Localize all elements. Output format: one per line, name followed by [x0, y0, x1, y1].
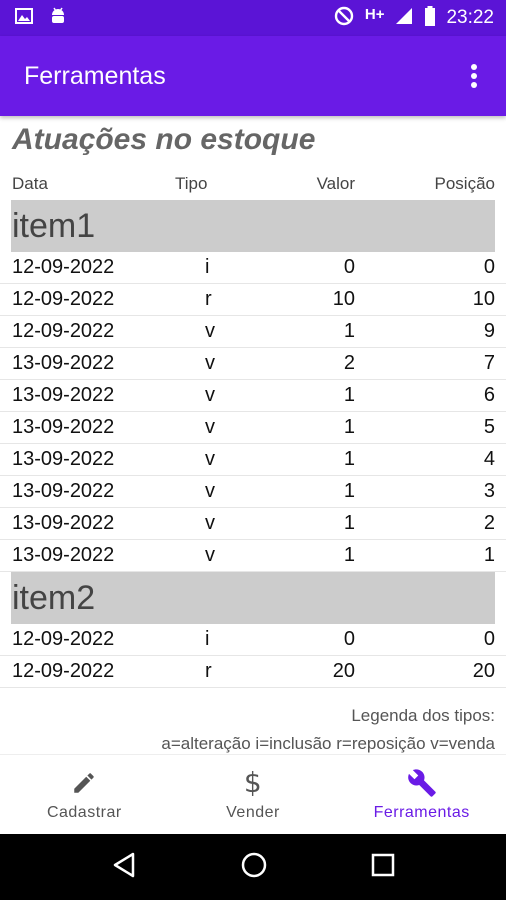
page-title: Atuações no estoque	[12, 123, 316, 156]
column-header-type: Tipo	[175, 174, 208, 193]
table-row: 13-09-2022 v 2 7	[0, 348, 506, 380]
nav-label: Cadastrar	[46, 803, 122, 821]
cell-type: r	[205, 660, 212, 682]
cell-value: 0	[343, 256, 355, 278]
cell-position: 20	[472, 660, 495, 682]
cell-date: 13-09-2022	[12, 544, 115, 566]
cell-type: r	[205, 288, 212, 310]
overflow-menu-button[interactable]	[454, 56, 494, 96]
section-header: item2	[11, 572, 495, 624]
bottom-navigation: Cadastrar $ Vender Ferramentas	[0, 754, 506, 834]
cell-date: 13-09-2022	[12, 416, 115, 438]
cell-date: 13-09-2022	[12, 384, 115, 406]
cell-date: 12-09-2022	[12, 320, 115, 342]
app-title: Ferramentas	[24, 61, 166, 90]
cell-value: 0	[343, 628, 355, 650]
movements-list[interactable]: item1 12-09-2022 i 0 0 12-09-2022 r 10 10 12-0…	[0, 200, 506, 693]
cell-type: v	[205, 480, 215, 502]
legend: Legenda dos tipos: a=alteração i=inclusã…	[0, 702, 506, 754]
cell-date: 13-09-2022	[12, 512, 115, 534]
cell-value: 20	[332, 660, 355, 682]
cell-date: 12-09-2022	[12, 628, 115, 650]
nav-item-cadastrar[interactable]: Cadastrar	[0, 755, 169, 834]
home-icon[interactable]	[240, 851, 268, 884]
table-row: 12-09-2022 i 0 0	[0, 252, 506, 284]
table-row: 13-09-2022 v 1 3	[0, 476, 506, 508]
system-navigation-bar	[0, 834, 506, 900]
legend-text: a=alteração i=inclusão r=reposição v=ven…	[161, 734, 495, 753]
clock: 23:22	[446, 7, 494, 28]
table-row: 13-09-2022 v 1 1	[0, 540, 506, 572]
nav-label: Vender	[226, 803, 280, 821]
cell-type: v	[205, 352, 215, 374]
cell-position: 10	[472, 288, 495, 310]
cell-value: 1	[343, 448, 355, 470]
cell-position: 2	[483, 512, 495, 534]
signal-icon	[394, 6, 414, 31]
cell-position: 1	[483, 544, 495, 566]
cell-value: 1	[343, 480, 355, 502]
cell-type: v	[205, 512, 215, 534]
cell-value: 10	[332, 288, 355, 310]
nav-item-ferramentas[interactable]: Ferramentas	[337, 755, 506, 834]
cell-position: 3	[483, 480, 495, 502]
android-notification-icon	[48, 5, 68, 32]
status-bar: H+ 23:22	[0, 0, 506, 36]
cell-date: 13-09-2022	[12, 352, 115, 374]
cell-date: 13-09-2022	[12, 448, 115, 470]
network-type: H+	[364, 5, 385, 23]
recents-icon[interactable]	[371, 853, 395, 882]
cell-value: 1	[343, 512, 355, 534]
dollar-icon: $	[243, 766, 263, 799]
cell-position: 5	[483, 416, 495, 438]
table-row: 12-09-2022 i 0 0	[0, 624, 506, 656]
cell-position: 0	[483, 628, 495, 650]
cell-value: 1	[343, 416, 355, 438]
cell-position: 6	[483, 384, 495, 406]
nav-item-vender[interactable]: $ Vender	[169, 755, 338, 834]
cell-type: v	[205, 416, 215, 438]
cell-date: 12-09-2022	[12, 256, 115, 278]
back-icon[interactable]	[111, 851, 137, 884]
cell-value: 2	[343, 352, 355, 374]
cell-type: v	[205, 384, 215, 406]
cell-value: 1	[343, 384, 355, 406]
section-header: item1	[11, 200, 495, 252]
column-header-value: Valor	[316, 174, 355, 193]
more-vert-icon	[471, 64, 477, 88]
cell-date: 13-09-2022	[12, 480, 115, 502]
cell-type: i	[205, 628, 210, 650]
cell-type: v	[205, 448, 215, 470]
cell-date: 12-09-2022	[12, 660, 115, 682]
battery-icon	[424, 5, 436, 32]
cell-value: 1	[343, 544, 355, 566]
cell-type: v	[205, 320, 215, 342]
cell-position: 4	[483, 448, 495, 470]
app-bar: Ferramentas	[0, 36, 506, 116]
column-headers: Data Tipo Valor Posição	[0, 172, 506, 200]
table-row: 12-09-2022 r 10 10	[0, 284, 506, 316]
cell-type: i	[205, 256, 210, 278]
cell-position: 0	[483, 256, 495, 278]
table-row: 13-09-2022 v 1 6	[0, 380, 506, 412]
table-row: 13-09-2022 v 1 2	[0, 508, 506, 540]
column-header-date: Data	[12, 174, 48, 193]
cell-value: 1	[343, 320, 355, 342]
wrench-icon	[407, 768, 437, 798]
cell-type: v	[205, 544, 215, 566]
pencil-icon	[71, 768, 97, 798]
do-not-disturb-icon	[333, 5, 355, 32]
nav-label: Ferramentas	[373, 803, 470, 821]
column-header-position: Posição	[434, 174, 495, 193]
cell-position: 7	[483, 352, 495, 374]
image-notification-icon	[14, 6, 34, 31]
cell-position: 9	[483, 320, 495, 342]
cell-date: 12-09-2022	[12, 288, 115, 310]
table-row: 12-09-2022 r 20 20	[0, 656, 506, 688]
table-row: 13-09-2022 v 1 4	[0, 444, 506, 476]
table-row: 12-09-2022 v 1 9	[0, 316, 506, 348]
legend-title: Legenda dos tipos:	[351, 706, 495, 725]
content: Atuações no estoque Data Tipo Valor Posi…	[0, 116, 506, 754]
table-row: 13-09-2022 v 1 5	[0, 412, 506, 444]
